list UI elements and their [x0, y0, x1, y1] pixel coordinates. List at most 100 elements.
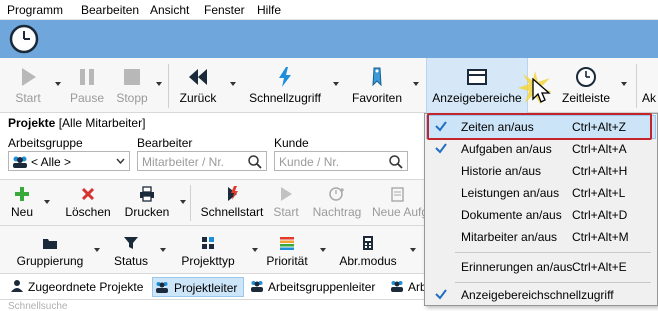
favoriten-label: Favoriten	[351, 91, 403, 105]
stopp-button[interactable]: Stopp	[112, 58, 152, 113]
toolbar-separator	[168, 64, 169, 108]
lightning-icon	[279, 67, 291, 87]
drucken-label: Drucken	[124, 205, 170, 219]
zurueck-dropdown-arrow[interactable]	[230, 82, 236, 86]
favoriten-button[interactable]: Favoriten	[346, 58, 408, 113]
stopp-label: Stopp	[116, 91, 148, 105]
loeschen-button[interactable]: Löschen	[60, 180, 116, 226]
filter-funnel-icon	[124, 237, 138, 249]
zeitleiste-button[interactable]: Zeitleiste	[556, 58, 616, 113]
abr-modus-label: Abr.modus	[339, 254, 397, 268]
neu-label: Neu	[10, 205, 33, 219]
tab-zugeordnete-projekte[interactable]: Zugeordnete Projekte	[10, 277, 150, 297]
drucken-dropdown-arrow[interactable]	[180, 200, 186, 204]
menu-item-mitarbeiter[interactable]: Mitarbeiter an/aus Ctrl+Alt+M	[427, 226, 655, 248]
schnellzugriff-button[interactable]: Schnellzugriff	[244, 58, 326, 113]
clock-icon	[576, 67, 596, 87]
pause-label: Pause	[69, 91, 105, 105]
status-button[interactable]: Status	[110, 226, 152, 274]
page-title: Projekte [Alle Mitarbeiter]	[8, 116, 145, 130]
search-icon[interactable]	[388, 154, 404, 170]
stopp-dropdown-arrow[interactable]	[156, 82, 162, 86]
neue-aufgabe-button[interactable]: Neue Aufg	[370, 180, 426, 226]
start-button[interactable]: Start	[8, 58, 48, 113]
arbeitsgruppe-select[interactable]: < Alle >	[8, 151, 130, 171]
pause-icon	[80, 69, 94, 85]
menu-item-dokumente[interactable]: Dokumente an/aus Ctrl+Alt+D	[427, 204, 655, 226]
menu-bearbeiten[interactable]: Bearbeiten	[81, 3, 139, 17]
gruppierung-button[interactable]: Gruppierung	[14, 226, 86, 274]
play-icon	[281, 187, 292, 201]
menu-programm[interactable]: Programm	[7, 3, 63, 17]
start-label: Start	[15, 91, 41, 105]
menu-item-shortcut: Ctrl+Alt+E	[572, 260, 627, 274]
schnellstart-label: Schnellstart	[200, 205, 264, 219]
anzeigebereiche-button[interactable]: Anzeigebereiche	[426, 58, 528, 113]
menu-item-erinnerungen[interactable]: Erinnerungen an/aus Ctrl+Alt+E	[427, 256, 655, 278]
nachtrag-button[interactable]: Nachtrag	[308, 180, 366, 226]
zeitleiste-dropdown-arrow[interactable]	[621, 82, 627, 86]
abr-modus-button[interactable]: Abr.modus	[334, 226, 402, 274]
title-suffix: [Alle Mitarbeiter]	[58, 116, 146, 130]
kunde-label: Kunde	[274, 136, 309, 150]
menu-item-label: Historie an/aus	[461, 164, 542, 178]
bearbeiter-input[interactable]: Mitarbeiter / Nr.	[137, 151, 267, 171]
neu-dropdown-arrow[interactable]	[44, 200, 50, 204]
quick-search-placeholder: Schnellsuche	[8, 301, 68, 311]
arbeitsgruppe-label: Arbeitsgruppe	[8, 136, 83, 150]
menu-item-shortcut: Ctrl+Alt+D	[572, 208, 628, 222]
menu-fenster[interactable]: Fenster	[204, 3, 245, 17]
search-icon[interactable]	[247, 154, 263, 170]
tab-label: Arbeitsgruppenleiter	[268, 280, 376, 294]
quick-start-icon	[228, 186, 238, 201]
gruppierung-dropdown-arrow[interactable]	[94, 248, 100, 252]
gruppierung-label: Gruppierung	[16, 254, 84, 268]
title-main: Projekte	[8, 116, 56, 130]
drucken-button[interactable]: Drucken	[120, 180, 174, 226]
menu-item-anzeigebereichschnellzugriff[interactable]: Anzeigebereichschnellzugriff	[427, 284, 655, 306]
status-label: Status	[113, 254, 149, 268]
menu-hilfe[interactable]: Hilfe	[257, 3, 281, 17]
menu-separator	[455, 282, 651, 283]
clock-icon	[9, 24, 39, 54]
toolbar-separator	[636, 64, 637, 108]
schnellstart-button[interactable]: Schnellstart	[196, 180, 268, 226]
anzeigebereiche-label: Anzeigebereiche	[432, 91, 522, 105]
projekttyp-button[interactable]: Projekttyp	[172, 226, 244, 274]
play-icon	[22, 68, 36, 86]
menu-item-aufgaben[interactable]: Aufgaben an/aus Ctrl+Alt+A	[427, 138, 655, 160]
start-button-disabled[interactable]: Start	[270, 180, 302, 226]
kunde-input[interactable]: Kunde / Nr.	[274, 151, 408, 171]
menu-ansicht[interactable]: Ansicht	[150, 3, 189, 17]
truncated-toolbar-button[interactable]: Ak	[642, 58, 658, 113]
zurueck-button[interactable]: Zurück	[174, 58, 222, 113]
schnellzugriff-label: Schnellzugriff	[249, 91, 321, 105]
schnellzugriff-dropdown-arrow[interactable]	[333, 82, 339, 86]
nachtrag-label: Nachtrag	[312, 205, 362, 219]
status-dropdown-arrow[interactable]	[160, 248, 166, 252]
checkmark-icon	[435, 289, 447, 300]
tab-arbeitsgruppenleiter[interactable]: Arbeitsgruppenleiter	[250, 277, 390, 297]
tab-projektleiter[interactable]: Projektleiter	[152, 277, 244, 297]
projekttyp-dropdown-arrow[interactable]	[252, 248, 258, 252]
prioritaet-button[interactable]: Priorität	[262, 226, 312, 274]
favoriten-dropdown-arrow[interactable]	[413, 82, 419, 86]
menu-item-historie[interactable]: Historie an/aus Ctrl+Alt+H	[427, 160, 655, 182]
neue-aufgabe-label: Neue Aufg	[372, 205, 426, 219]
mouse-cursor-icon	[532, 77, 551, 103]
abr-modus-dropdown-arrow[interactable]	[410, 248, 416, 252]
arbeitsgruppe-value: < Alle >	[31, 155, 72, 169]
prioritaet-dropdown-arrow[interactable]	[320, 248, 326, 252]
start-dropdown-arrow[interactable]	[55, 82, 61, 86]
menu-separator	[455, 252, 651, 253]
plus-icon	[15, 187, 29, 201]
zeitleiste-label: Zeitleiste	[561, 91, 611, 105]
project-type-icon	[202, 237, 214, 249]
people-group-icon	[251, 281, 263, 292]
menu-item-shortcut: Ctrl+Alt+L	[572, 186, 626, 200]
neu-button[interactable]: Neu	[6, 180, 38, 226]
stop-icon	[124, 69, 140, 85]
pause-button[interactable]: Pause	[66, 58, 108, 113]
menu-item-leistungen[interactable]: Leistungen an/aus Ctrl+Alt+L	[427, 182, 655, 204]
printer-icon	[140, 186, 154, 202]
